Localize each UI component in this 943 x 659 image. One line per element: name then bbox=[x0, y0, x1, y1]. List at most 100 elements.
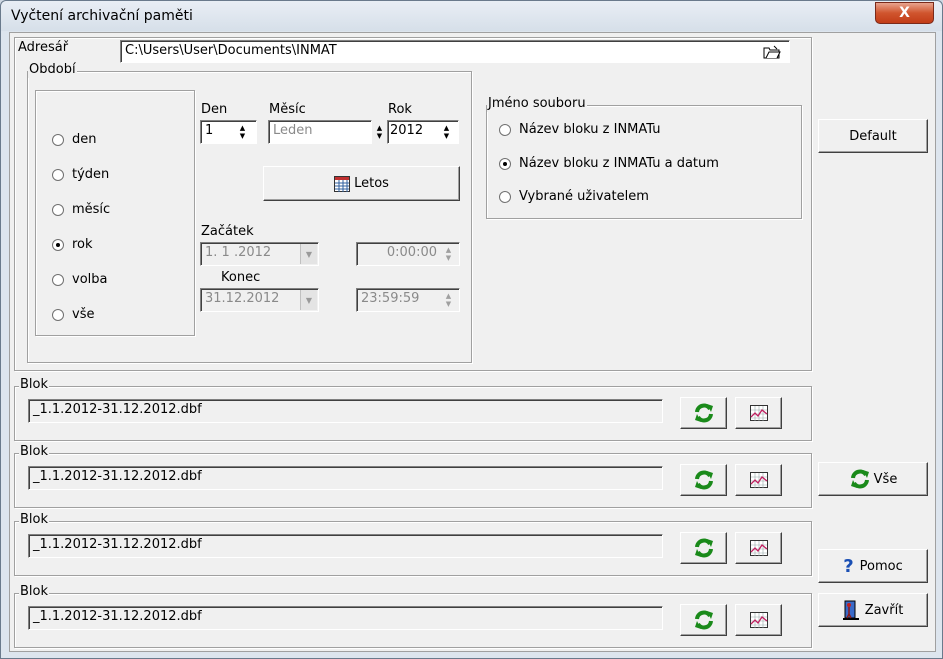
address-field[interactable]: C:\Users\User\Documents\INMAT bbox=[120, 40, 790, 63]
filename-legend: Jméno souboru bbox=[487, 96, 587, 112]
block-group-4: Blok _1.1.2012-31.12.2012.dbf bbox=[14, 584, 812, 648]
block-file-value: _1.1.2012-31.12.2012.dbf bbox=[33, 537, 202, 552]
radio-block-name-date[interactable]: Název bloku z INMATu a datum bbox=[499, 156, 719, 171]
refresh-button[interactable] bbox=[680, 532, 727, 564]
block-file-field[interactable]: _1.1.2012-31.12.2012.dbf bbox=[28, 606, 663, 630]
month-value: Leden bbox=[273, 123, 313, 138]
dialog-body: Adresář C:\Users\User\Documents\INMAT Ob… bbox=[9, 32, 936, 652]
radio-block-name[interactable]: Název bloku z INMATu bbox=[499, 122, 660, 137]
door-exit-icon bbox=[842, 600, 859, 620]
block-file-field[interactable]: _1.1.2012-31.12.2012.dbf bbox=[28, 466, 663, 490]
radio-den[interactable]: den bbox=[52, 132, 97, 147]
radio-volba[interactable]: volba bbox=[52, 272, 107, 287]
dialog-window: Vyčtení archivační paměti X Adresář C:\U… bbox=[0, 0, 943, 659]
chart-button[interactable] bbox=[735, 532, 782, 564]
refresh-button[interactable] bbox=[680, 397, 727, 429]
chart-icon bbox=[749, 405, 768, 421]
letos-label: Letos bbox=[354, 176, 389, 191]
day-spin-buttons[interactable]: ▲ ▼ bbox=[235, 124, 250, 140]
month-label: Měsíc bbox=[269, 102, 306, 117]
radio-den-label: den bbox=[72, 132, 97, 147]
block-file-field[interactable]: _1.1.2012-31.12.2012.dbf bbox=[28, 534, 663, 558]
radio-user-selected[interactable]: Vybrané uživatelem bbox=[499, 189, 649, 204]
help-icon: ? bbox=[843, 555, 854, 577]
end-time-spin-buttons[interactable]: ▲ ▼ bbox=[441, 292, 456, 308]
radio-rok[interactable]: rok bbox=[52, 237, 93, 252]
radio-den-circle bbox=[52, 133, 64, 146]
start-time-spin-buttons[interactable]: ▲ ▼ bbox=[441, 246, 456, 262]
year-spin-buttons[interactable]: ▲ ▼ bbox=[439, 124, 454, 140]
radio-tyden-circle bbox=[52, 168, 64, 181]
help-label: Pomoc bbox=[859, 558, 903, 574]
close-window-button[interactable]: X bbox=[875, 2, 934, 24]
block-file-value: _1.1.2012-31.12.2012.dbf bbox=[33, 609, 202, 624]
start-time-field[interactable]: 0:00:00 ▲ ▼ bbox=[356, 242, 460, 266]
start-label: Začátek bbox=[201, 224, 254, 239]
block-legend: Blok bbox=[19, 512, 50, 528]
month-field[interactable]: Leden bbox=[268, 120, 372, 144]
title-bar: Vyčtení archivační paměti X bbox=[1, 1, 942, 31]
all-label: Vše bbox=[873, 471, 898, 487]
block-file-value: _1.1.2012-31.12.2012.dbf bbox=[33, 469, 202, 484]
refresh-icon bbox=[694, 403, 713, 423]
block-file-value: _1.1.2012-31.12.2012.dbf bbox=[33, 402, 202, 417]
end-date-dropdown-icon[interactable]: ▼ bbox=[300, 290, 317, 310]
block-legend: Blok bbox=[19, 377, 50, 393]
block-group-3: Blok _1.1.2012-31.12.2012.dbf bbox=[14, 512, 812, 576]
radio-block-name-label: Název bloku z INMATu bbox=[519, 122, 661, 137]
refresh-button[interactable] bbox=[680, 604, 727, 636]
chart-icon bbox=[749, 612, 768, 628]
chart-button[interactable] bbox=[735, 604, 782, 636]
period-group: Období den týden měsíc rok volba vše Den… bbox=[27, 62, 472, 363]
letos-button[interactable]: Letos bbox=[263, 166, 460, 201]
chart-button[interactable] bbox=[735, 397, 782, 429]
refresh-icon bbox=[850, 469, 869, 489]
chart-icon bbox=[749, 540, 768, 556]
block-group-1: Blok _1.1.2012-31.12.2012.dbf bbox=[14, 377, 812, 441]
radio-mesic[interactable]: měsíc bbox=[52, 202, 110, 217]
radio-user-selected-label: Vybrané uživatelem bbox=[519, 189, 649, 204]
block-group-2: Blok _1.1.2012-31.12.2012.dbf bbox=[14, 444, 812, 508]
block-file-field[interactable]: _1.1.2012-31.12.2012.dbf bbox=[28, 399, 663, 423]
chart-button[interactable] bbox=[735, 464, 782, 496]
period-legend: Období bbox=[28, 62, 77, 78]
period-radio-box: den týden měsíc rok volba vše bbox=[35, 90, 195, 336]
default-button[interactable]: Default bbox=[818, 119, 928, 153]
refresh-icon bbox=[694, 610, 713, 630]
default-label: Default bbox=[849, 128, 897, 144]
day-spinner[interactable]: 1 ▲ ▼ bbox=[200, 120, 257, 144]
filename-group: Jméno souboru Název bloku z INMATu Název… bbox=[486, 96, 802, 219]
radio-tyden[interactable]: týden bbox=[52, 167, 109, 182]
start-date-picker[interactable]: 1. 1 .2012 ▼ bbox=[200, 242, 319, 266]
settings-group: Adresář C:\Users\User\Documents\INMAT Ob… bbox=[14, 37, 812, 371]
refresh-button[interactable] bbox=[680, 464, 727, 496]
all-button[interactable]: Vše bbox=[818, 462, 928, 496]
radio-vse[interactable]: vše bbox=[52, 307, 94, 322]
close-button[interactable]: Zavřít bbox=[818, 593, 928, 627]
radio-mesic-label: měsíc bbox=[72, 202, 111, 217]
address-label: Adresář bbox=[18, 40, 69, 55]
address-value: C:\Users\User\Documents\INMAT bbox=[125, 43, 337, 58]
month-spin-buttons[interactable]: ▲ ▼ bbox=[372, 124, 387, 140]
end-label: Konec bbox=[221, 270, 261, 285]
chart-icon bbox=[749, 472, 768, 488]
refresh-icon bbox=[694, 470, 713, 490]
radio-block-name-date-label: Název bloku z INMATu a datum bbox=[519, 156, 719, 171]
block-legend: Blok bbox=[19, 444, 50, 460]
radio-volba-label: volba bbox=[72, 272, 108, 287]
start-date-dropdown-icon[interactable]: ▼ bbox=[300, 244, 317, 264]
block-legend: Blok bbox=[19, 584, 50, 600]
radio-rok-label: rok bbox=[72, 237, 93, 252]
radio-volba-circle bbox=[52, 273, 64, 286]
close-label: Zavřít bbox=[864, 602, 904, 618]
end-date-picker[interactable]: 31.12.2012 ▼ bbox=[200, 288, 319, 312]
year-label: Rok bbox=[388, 102, 412, 117]
radio-block-name-circle bbox=[499, 123, 511, 136]
end-time-field[interactable]: 23:59:59 ▲ ▼ bbox=[356, 288, 460, 312]
radio-block-name-date-circle bbox=[499, 157, 511, 170]
radio-mesic-circle bbox=[52, 203, 64, 216]
day-label: Den bbox=[201, 102, 228, 117]
year-spinner[interactable]: 2012 ▲ ▼ bbox=[387, 120, 459, 144]
help-button[interactable]: ? Pomoc bbox=[818, 549, 928, 583]
open-folder-icon[interactable] bbox=[763, 45, 781, 59]
